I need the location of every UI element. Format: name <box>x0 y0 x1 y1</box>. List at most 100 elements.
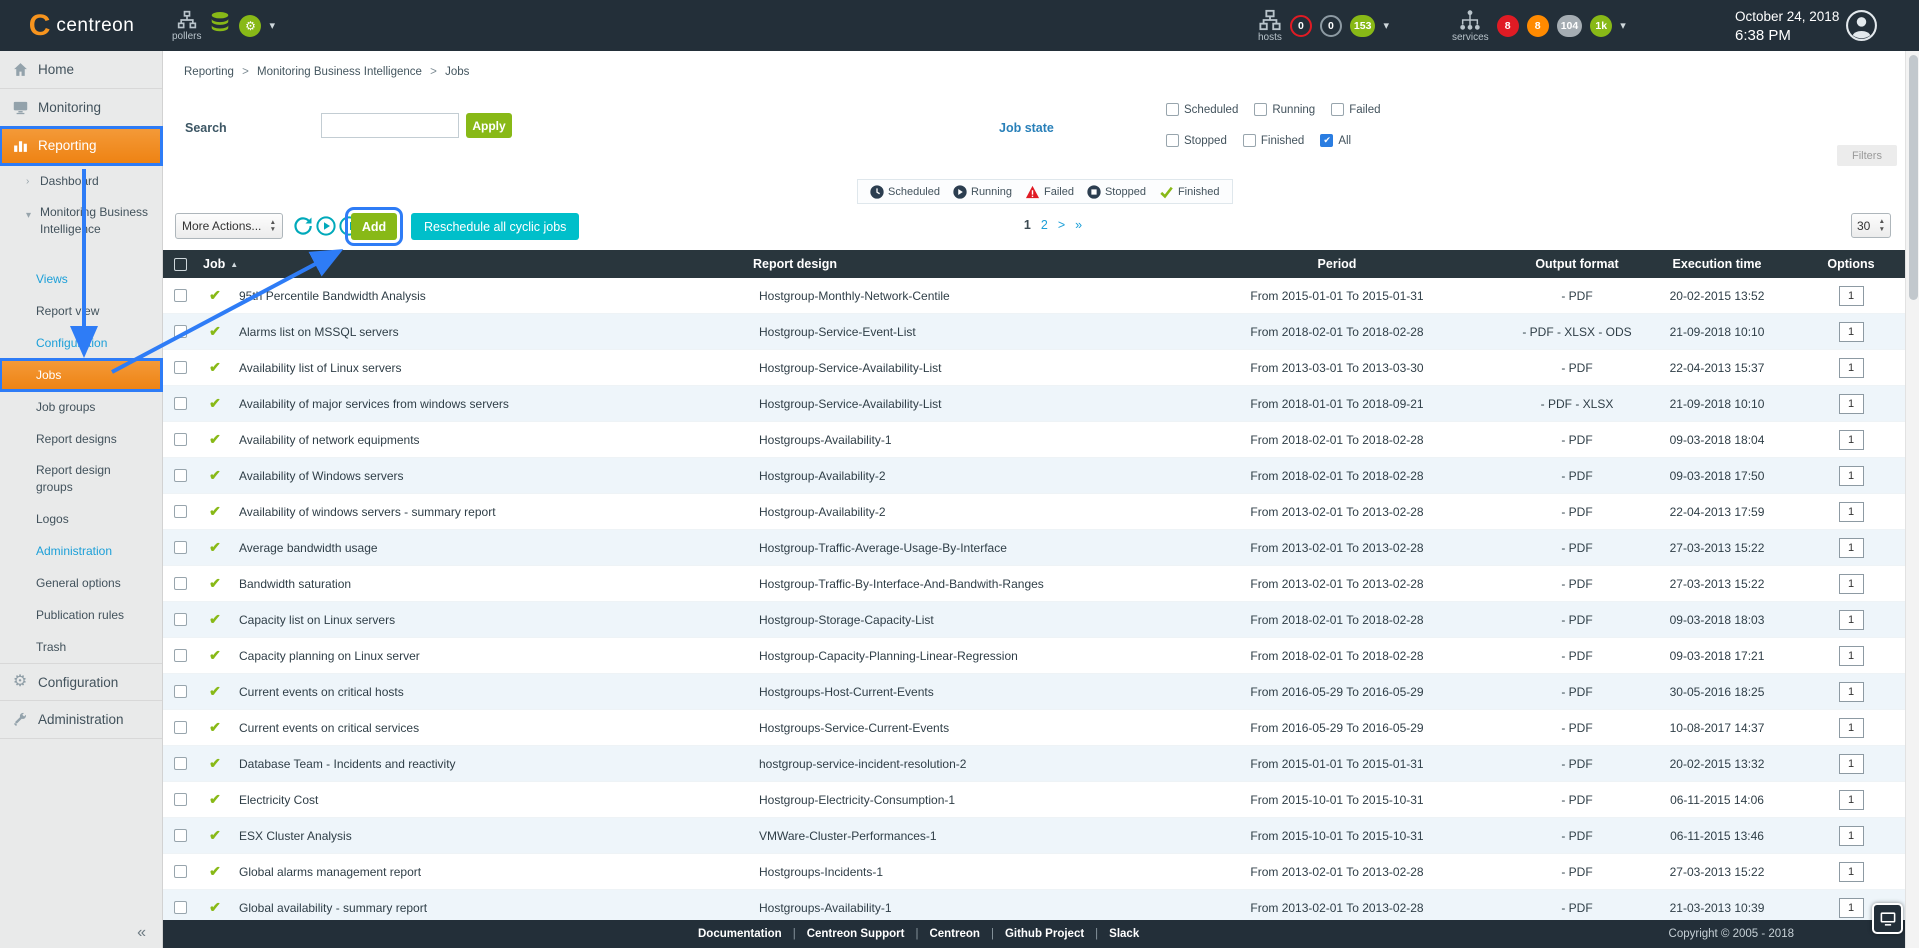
breadcrumb-mbi[interactable]: Monitoring Business Intelligence <box>257 66 422 78</box>
job-name[interactable]: ESX Cluster Analysis <box>233 829 753 843</box>
checkbox-failed[interactable]: Failed <box>1331 103 1380 116</box>
options-count[interactable]: 1 <box>1839 394 1864 414</box>
breadcrumb-reporting[interactable]: Reporting <box>184 66 234 78</box>
job-name[interactable]: Database Team - Incidents and reactivity <box>233 757 753 771</box>
pollers-status-cluster[interactable]: pollers ⚙ ▾ <box>172 0 275 51</box>
job-name[interactable]: Average bandwidth usage <box>233 541 753 555</box>
sidebar-item-report-view[interactable]: Report view <box>0 295 162 327</box>
services-chevron-icon[interactable]: ▾ <box>1620 19 1626 32</box>
page-2-link[interactable]: 2 <box>1041 218 1048 232</box>
sidebar-item-configuration-sub[interactable]: Configuration <box>0 327 162 359</box>
row-checkbox[interactable] <box>174 685 187 698</box>
job-name[interactable]: Global availability - summary report <box>233 901 753 915</box>
checkbox-all[interactable]: All <box>1320 134 1351 147</box>
row-checkbox[interactable] <box>174 505 187 518</box>
sidebar-item-jobs[interactable]: Jobs <box>0 359 162 391</box>
options-count[interactable]: 1 <box>1839 538 1864 558</box>
sidebar-item-dashboard[interactable]: › Dashboard <box>0 165 162 197</box>
checkbox-scheduled[interactable]: Scheduled <box>1166 103 1238 116</box>
row-checkbox[interactable] <box>174 613 187 626</box>
sidebar-collapse-button[interactable]: « <box>137 924 146 942</box>
row-checkbox[interactable] <box>174 649 187 662</box>
options-count[interactable]: 1 <box>1839 754 1864 774</box>
job-name[interactable]: Capacity planning on Linux server <box>233 649 753 663</box>
row-checkbox[interactable] <box>174 865 187 878</box>
sidebar-item-job-groups[interactable]: Job groups <box>0 391 162 423</box>
page-size-select[interactable]: 30 ▲▼ <box>1851 213 1891 238</box>
checkbox-finished[interactable]: Finished <box>1243 134 1304 147</box>
play-icon[interactable] <box>316 216 336 236</box>
row-checkbox[interactable] <box>174 793 187 806</box>
select-all-checkbox[interactable] <box>174 258 187 271</box>
row-checkbox[interactable] <box>174 541 187 554</box>
row-checkbox[interactable] <box>174 433 187 446</box>
checkbox-stopped[interactable]: Stopped <box>1166 134 1227 147</box>
sidebar-item-trash[interactable]: Trash <box>0 631 162 663</box>
checkbox-box[interactable] <box>1166 134 1179 147</box>
sidebar-item-report-design-groups[interactable]: Report design groups <box>0 455 162 503</box>
vertical-scrollbar[interactable] <box>1905 51 1919 948</box>
row-checkbox[interactable] <box>174 757 187 770</box>
checkbox-running[interactable]: Running <box>1254 103 1315 116</box>
row-checkbox[interactable] <box>174 577 187 590</box>
hosts-chevron-icon[interactable]: ▾ <box>1383 19 1389 32</box>
footer-link-github-project[interactable]: Github Project <box>1005 928 1084 940</box>
job-name[interactable]: 95th Percentile Bandwidth Analysis <box>233 289 753 303</box>
job-name[interactable]: Current events on critical hosts <box>233 685 753 699</box>
column-header-period[interactable]: Period <box>1157 257 1517 271</box>
checkbox-box-checked[interactable] <box>1320 134 1333 147</box>
hosts-status-cluster[interactable]: hosts 0 0 153 ▾ <box>1258 0 1389 51</box>
job-name[interactable]: Alarms list on MSSQL servers <box>233 325 753 339</box>
sidebar-item-monitoring-business-intelligence[interactable]: ▾ Monitoring Business Intelligence <box>0 197 162 263</box>
sidebar-item-views[interactable]: Views <box>0 263 162 295</box>
row-checkbox[interactable] <box>174 397 187 410</box>
job-name[interactable]: Capacity list on Linux servers <box>233 613 753 627</box>
row-checkbox[interactable] <box>174 721 187 734</box>
options-count[interactable]: 1 <box>1839 430 1864 450</box>
reschedule-all-cyclic-jobs-button[interactable]: Reschedule all cyclic jobs <box>411 213 579 240</box>
sidebar-item-administration-sub[interactable]: Administration <box>0 535 162 567</box>
row-checkbox[interactable] <box>174 469 187 482</box>
job-name[interactable]: Global alarms management report <box>233 865 753 879</box>
sidebar-item-configuration[interactable]: ⚙ Configuration <box>0 663 162 701</box>
job-name[interactable]: Electricity Cost <box>233 793 753 807</box>
row-checkbox[interactable] <box>174 361 187 374</box>
search-input[interactable] <box>321 113 459 138</box>
sidebar-item-report-designs[interactable]: Report designs <box>0 423 162 455</box>
sidebar-item-administration[interactable]: Administration <box>0 701 162 739</box>
sidebar-item-publication-rules[interactable]: Publication rules <box>0 599 162 631</box>
sort-asc-icon[interactable]: ▲ <box>230 260 238 269</box>
sidebar-item-home[interactable]: Home <box>0 51 162 89</box>
options-count[interactable]: 1 <box>1839 646 1864 666</box>
options-count[interactable]: 1 <box>1839 286 1864 306</box>
footer-link-centreon-support[interactable]: Centreon Support <box>807 928 905 940</box>
options-count[interactable]: 1 <box>1839 718 1864 738</box>
options-count[interactable]: 1 <box>1839 862 1864 882</box>
pollers-chevron-icon[interactable]: ▾ <box>269 19 275 32</box>
options-count[interactable]: 1 <box>1839 502 1864 522</box>
apply-button[interactable]: Apply <box>466 113 512 138</box>
options-count[interactable]: 1 <box>1839 610 1864 630</box>
job-name[interactable]: Current events on critical services <box>233 721 753 735</box>
options-count[interactable]: 1 <box>1839 790 1864 810</box>
job-name[interactable]: Bandwidth saturation <box>233 577 753 591</box>
options-count[interactable]: 1 <box>1839 358 1864 378</box>
row-checkbox[interactable] <box>174 289 187 302</box>
job-name[interactable]: Availability list of Linux servers <box>233 361 753 375</box>
refresh-icon[interactable] <box>293 216 313 236</box>
row-checkbox[interactable] <box>174 829 187 842</box>
options-count[interactable]: 1 <box>1839 682 1864 702</box>
page-next-link[interactable]: > <box>1058 218 1065 232</box>
options-count[interactable]: 1 <box>1839 898 1864 918</box>
footer-link-slack[interactable]: Slack <box>1109 928 1139 940</box>
fullscreen-button[interactable] <box>1872 903 1903 934</box>
options-count[interactable]: 1 <box>1839 574 1864 594</box>
sidebar-item-general-options[interactable]: General options <box>0 567 162 599</box>
sidebar-item-monitoring[interactable]: Monitoring <box>0 89 162 127</box>
row-checkbox[interactable] <box>174 325 187 338</box>
column-header-output-format[interactable]: Output format <box>1517 257 1637 271</box>
row-checkbox[interactable] <box>174 901 187 914</box>
options-count[interactable]: 1 <box>1839 322 1864 342</box>
footer-link-centreon[interactable]: Centreon <box>929 928 979 940</box>
more-actions-select[interactable]: More Actions... ▲▼ <box>175 213 283 239</box>
